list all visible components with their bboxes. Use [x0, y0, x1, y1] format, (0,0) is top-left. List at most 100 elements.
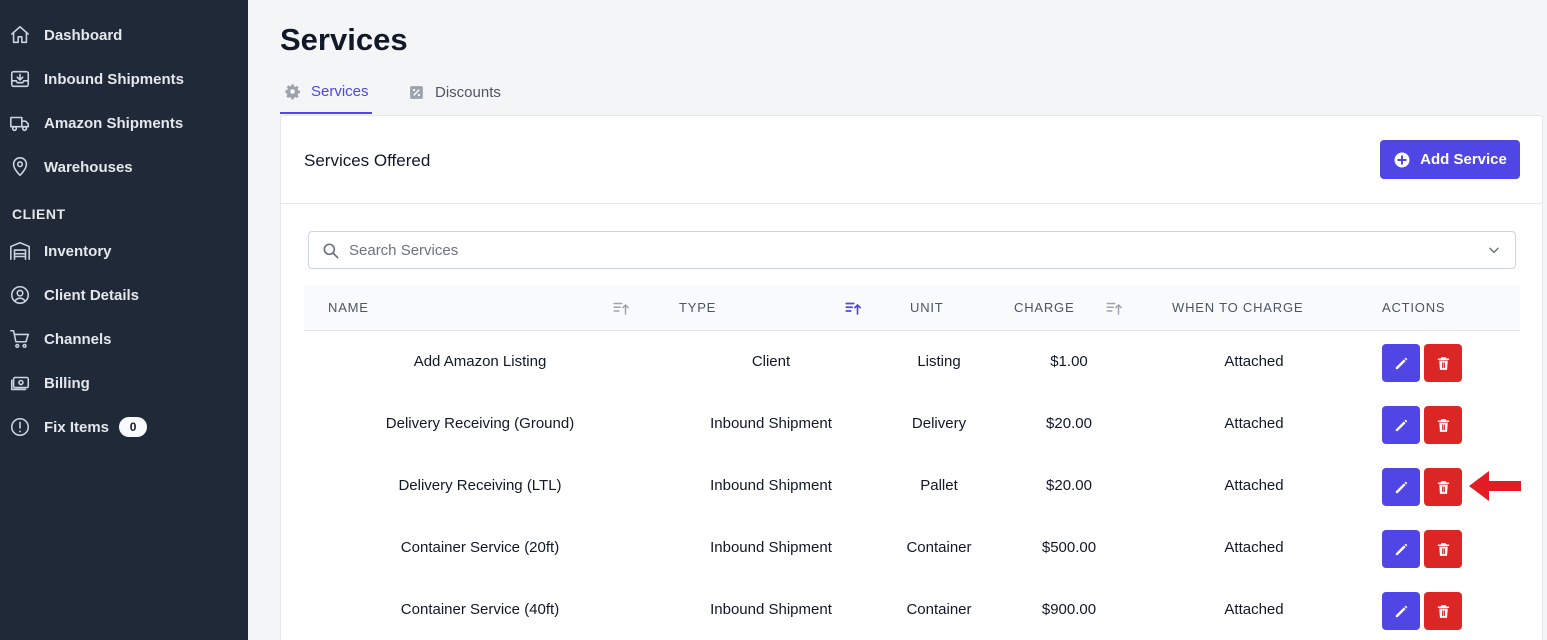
delete-button[interactable] — [1424, 468, 1462, 506]
cell-charge: $1.00 — [1050, 353, 1088, 370]
sidebar-section-label: CLIENT — [12, 206, 66, 222]
cell-name: Container Service (40ft) — [400, 601, 560, 618]
table-row: Container Service (20ft) Inbound Shipmen… — [304, 517, 1520, 579]
edit-button[interactable] — [1382, 592, 1420, 630]
cell-unit: Pallet — [920, 477, 958, 494]
cell-type: Client — [751, 353, 791, 370]
sidebar-item-label: Warehouses — [44, 158, 133, 176]
edit-button[interactable] — [1382, 468, 1420, 506]
sidebar-item-channels[interactable]: Channels — [0, 319, 248, 359]
column-header-actions: ACTIONS — [1382, 300, 1446, 315]
sidebar-item-dashboard[interactable]: Dashboard — [0, 15, 248, 55]
home-icon — [8, 23, 32, 47]
cell-type: Inbound Shipment — [710, 601, 832, 618]
user-circle-icon — [8, 283, 32, 307]
page-title: Services — [280, 22, 408, 57]
sidebar-item-label: Amazon Shipments — [44, 114, 184, 132]
sidebar-item-label: Fix Items — [44, 418, 110, 436]
edit-button[interactable] — [1382, 344, 1420, 382]
warehouse-icon — [8, 239, 32, 263]
sidebar-item-fix-items[interactable]: Fix Items 0 — [0, 407, 248, 447]
exclamation-circle-icon — [8, 415, 32, 439]
inbox-in-icon — [8, 67, 32, 91]
sidebar-item-inventory[interactable]: Inventory — [0, 231, 248, 271]
delete-button[interactable] — [1424, 592, 1462, 630]
table-row: Delivery Receiving (Ground) Inbound Ship… — [304, 393, 1520, 455]
trash-icon — [1437, 542, 1449, 556]
cell-charge: $900.00 — [1041, 601, 1097, 618]
delete-button[interactable] — [1424, 344, 1462, 382]
cell-name: Delivery Receiving (Ground) — [385, 415, 575, 432]
pencil-icon — [1395, 543, 1407, 555]
add-service-label: Add Service — [1420, 151, 1507, 168]
sidebar-item-warehouses[interactable]: Warehouses — [0, 147, 248, 187]
cell-charge: $20.00 — [1046, 477, 1092, 494]
cell-unit: Listing — [917, 353, 961, 370]
cell-type: Inbound Shipment — [710, 477, 832, 494]
tab-label: Services — [311, 82, 369, 100]
sidebar-item-label: Inventory — [44, 242, 112, 260]
truck-icon — [8, 111, 32, 135]
trash-icon — [1437, 356, 1449, 370]
edit-button[interactable] — [1382, 530, 1420, 568]
cell-when-to-charge: Attached — [1224, 539, 1284, 556]
sidebar: Dashboard Inbound Shipments Amazon Shipm… — [0, 0, 248, 640]
cell-name: Container Service (20ft) — [400, 539, 560, 556]
trash-icon — [1437, 418, 1449, 432]
cell-when-to-charge: Attached — [1224, 477, 1284, 494]
sort-ascending-icon[interactable] — [844, 299, 862, 317]
search-input[interactable] — [349, 232, 1469, 268]
sidebar-item-billing[interactable]: Billing — [0, 363, 248, 403]
tab-services[interactable]: Services — [280, 70, 372, 114]
sidebar-item-label: Dashboard — [44, 26, 123, 44]
sidebar-item-amazon-shipments[interactable]: Amazon Shipments — [0, 103, 248, 143]
sidebar-item-label: Inbound Shipments — [44, 70, 184, 88]
cell-type: Inbound Shipment — [710, 415, 832, 432]
sort-ascending-icon[interactable] — [612, 299, 630, 317]
delete-button[interactable] — [1424, 530, 1462, 568]
delete-button[interactable] — [1424, 406, 1462, 444]
receipt-percent-icon — [408, 84, 425, 101]
card-header: Services Offered Add Service — [281, 116, 1542, 204]
cell-charge: $500.00 — [1041, 539, 1097, 556]
edit-button[interactable] — [1382, 406, 1420, 444]
cell-when-to-charge: Attached — [1224, 601, 1284, 618]
table-row: Add Amazon Listing Client Listing $1.00 … — [304, 331, 1520, 393]
cell-type: Inbound Shipment — [710, 539, 832, 556]
cell-unit: Delivery — [911, 415, 967, 432]
add-service-button[interactable]: Add Service — [1380, 140, 1520, 179]
trash-icon — [1437, 604, 1449, 618]
tab-label: Discounts — [435, 83, 501, 101]
sidebar-item-label: Client Details — [44, 286, 140, 304]
column-header-when-to-charge: WHEN TO CHARGE — [1172, 300, 1304, 315]
search-services[interactable] — [308, 231, 1516, 269]
search-icon — [323, 243, 339, 259]
pencil-icon — [1395, 357, 1407, 369]
cell-charge: $20.00 — [1046, 415, 1092, 432]
annotation-arrow-icon — [1469, 471, 1521, 501]
cell-unit: Container — [906, 601, 972, 618]
map-pin-icon — [8, 155, 32, 179]
tab-discounts[interactable]: Discounts — [408, 70, 501, 114]
cell-when-to-charge: Attached — [1224, 415, 1284, 432]
cell-when-to-charge: Attached — [1224, 353, 1284, 370]
sidebar-item-label: Billing — [44, 374, 90, 392]
cell-name: Add Amazon Listing — [413, 353, 547, 370]
pencil-icon — [1395, 481, 1407, 493]
sort-ascending-icon[interactable] — [1105, 299, 1123, 317]
card-title: Services Offered — [304, 151, 431, 170]
cash-icon — [8, 371, 32, 395]
chevron-down-icon[interactable] — [1487, 243, 1501, 257]
sidebar-item-inbound-shipments[interactable]: Inbound Shipments — [0, 59, 248, 99]
table-row: Container Service (40ft) Inbound Shipmen… — [304, 579, 1520, 640]
cell-name: Delivery Receiving (LTL) — [398, 477, 562, 494]
table-header: NAME TYPE UNIT CHARGE WHEN TO CHARGE ACT… — [304, 285, 1520, 331]
sidebar-item-client-details[interactable]: Client Details — [0, 275, 248, 315]
column-header-charge: CHARGE — [1014, 300, 1075, 315]
column-header-type: TYPE — [679, 300, 717, 315]
pencil-icon — [1395, 605, 1407, 617]
column-header-name: NAME — [328, 300, 369, 315]
sidebar-item-label: Channels — [44, 330, 112, 348]
pencil-icon — [1395, 419, 1407, 431]
services-card: Services Offered Add Service NAME TYPE U… — [280, 115, 1543, 640]
